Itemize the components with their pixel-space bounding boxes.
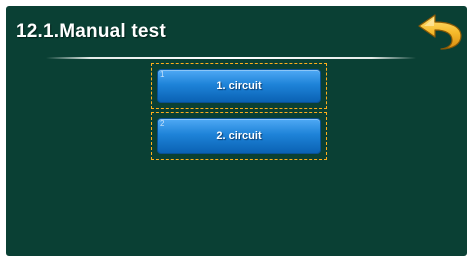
circuit-2-button[interactable]: 2 2. circuit (157, 118, 321, 154)
circuit-2-label: 2. circuit (216, 130, 262, 142)
option-frame-1: 1 1. circuit (151, 63, 327, 109)
back-button[interactable] (415, 12, 465, 54)
option-frame-2: 2 2. circuit (151, 112, 327, 160)
title-divider (46, 57, 416, 59)
main-panel: 12.1.Manual test 1 1. circuit 2 2. circu… (6, 6, 467, 256)
circuit-1-button[interactable]: 1 1. circuit (157, 69, 321, 103)
page-title: 12.1.Manual test (16, 21, 166, 42)
option-index: 2 (160, 119, 165, 128)
option-index: 1 (160, 70, 165, 79)
circuit-1-label: 1. circuit (216, 80, 262, 92)
screen: 12.1.Manual test 1 1. circuit 2 2. circu… (0, 0, 473, 262)
back-arrow-icon (418, 14, 462, 50)
